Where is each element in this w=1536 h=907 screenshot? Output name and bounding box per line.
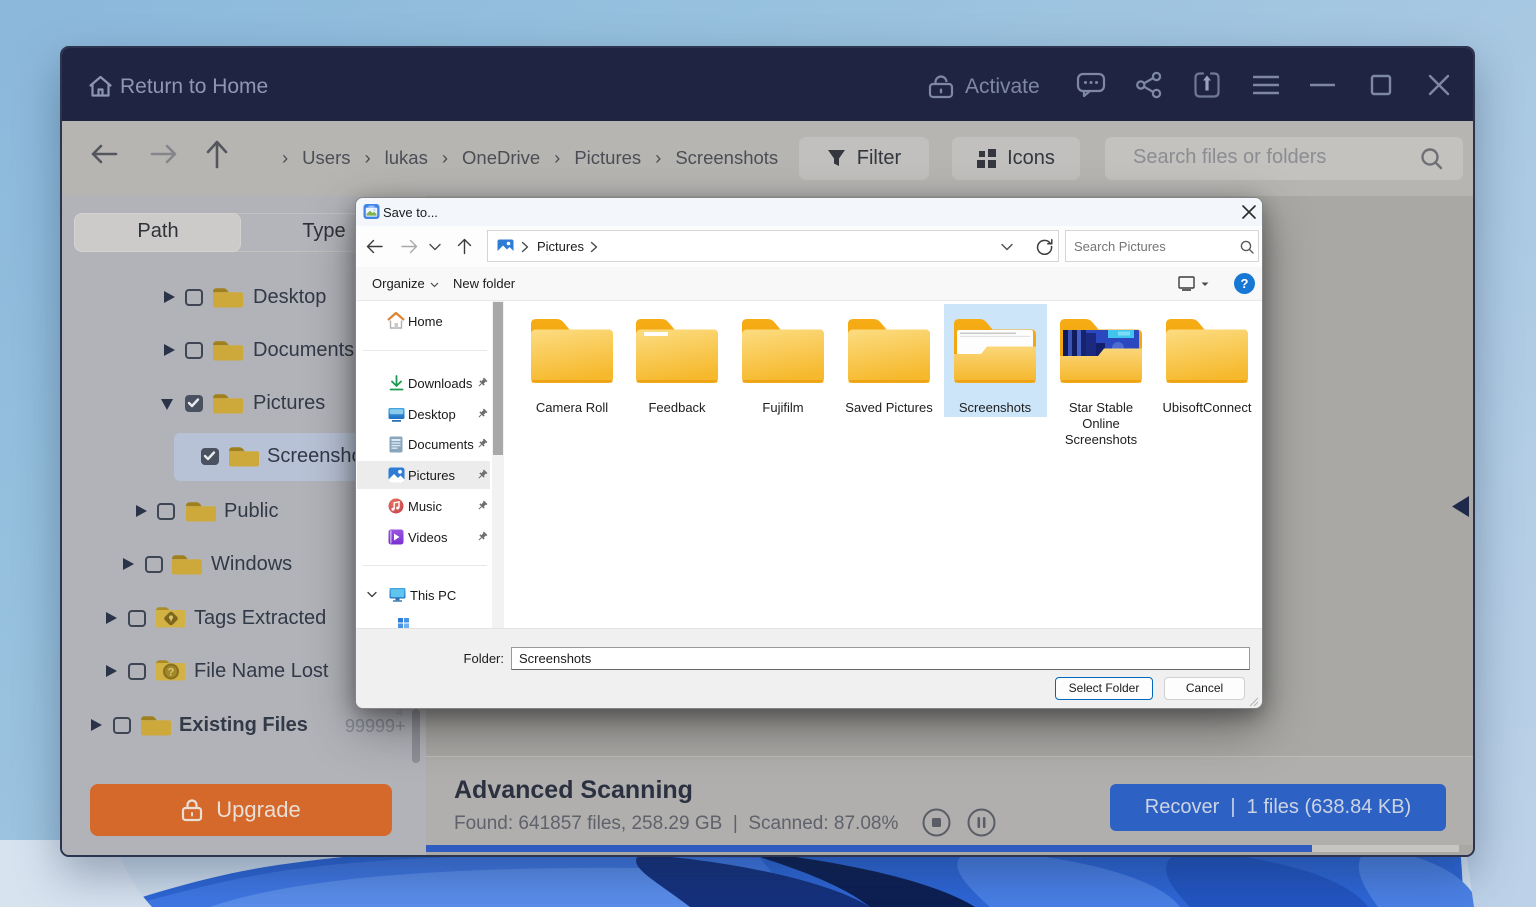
svg-text:?: ? [168, 667, 175, 679]
